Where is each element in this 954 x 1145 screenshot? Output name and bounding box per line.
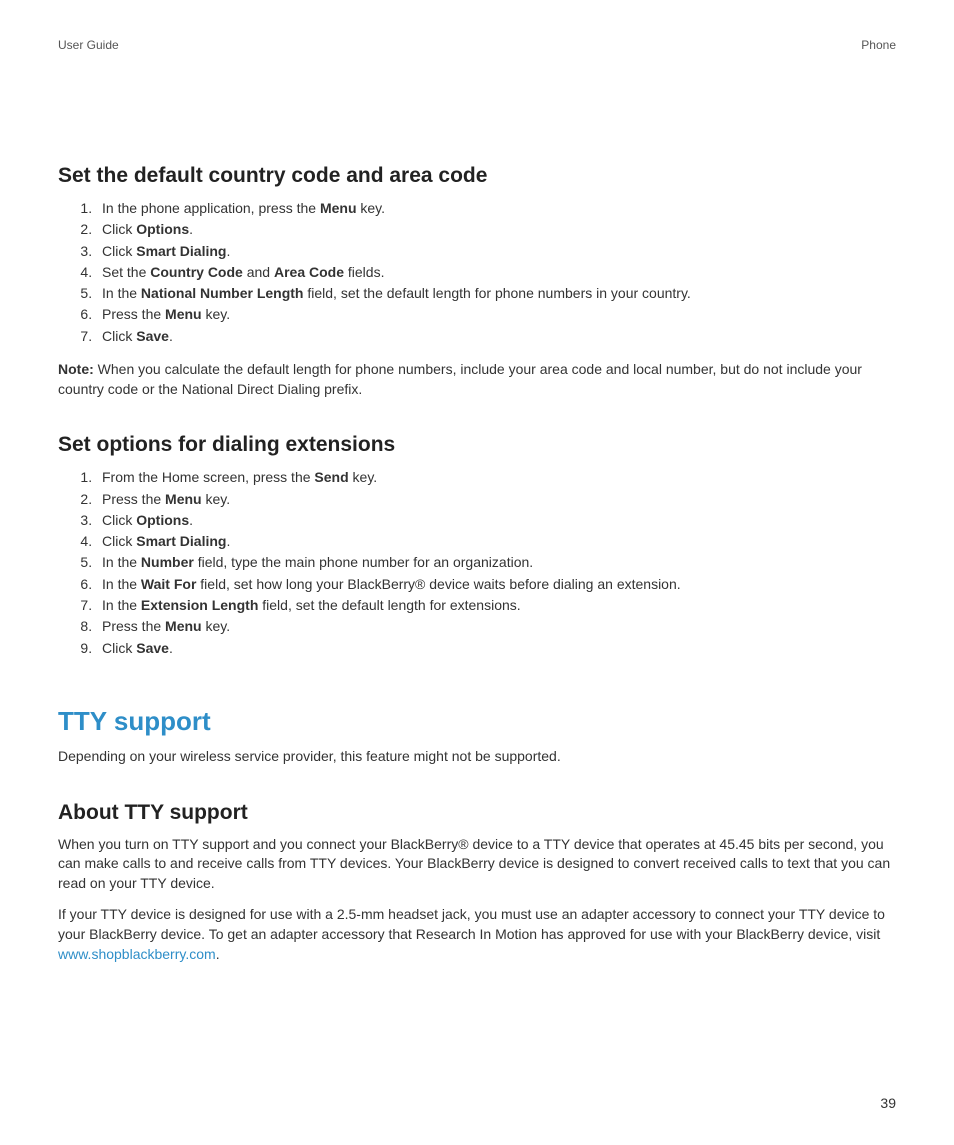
shopblackberry-link[interactable]: www.shopblackberry.com — [58, 946, 216, 962]
section-extensions: Set options for dialing extensions From … — [58, 433, 896, 658]
heading-extensions: Set options for dialing extensions — [58, 433, 896, 457]
heading-country-code: Set the default country code and area co… — [58, 164, 896, 188]
tty-intro: Depending on your wireless service provi… — [58, 747, 896, 767]
list-item: Click Save. — [96, 326, 896, 346]
list-item: Click Options. — [96, 510, 896, 530]
header-left: User Guide — [58, 38, 119, 52]
list-item: Set the Country Code and Area Code field… — [96, 262, 896, 282]
heading-about-tty: About TTY support — [58, 801, 896, 825]
section-about-tty: About TTY support When you turn on TTY s… — [58, 801, 896, 965]
steps-extensions: From the Home screen, press the Send key… — [58, 467, 896, 658]
steps-country-code: In the phone application, press the Menu… — [58, 198, 896, 346]
list-item: Press the Menu key. — [96, 304, 896, 324]
list-item: Press the Menu key. — [96, 489, 896, 509]
list-item: In the Extension Length field, set the d… — [96, 595, 896, 615]
header-right: Phone — [861, 38, 896, 52]
list-item: From the Home screen, press the Send key… — [96, 467, 896, 487]
list-item: Click Options. — [96, 219, 896, 239]
list-item: In the Wait For field, set how long your… — [96, 574, 896, 594]
list-item: In the National Number Length field, set… — [96, 283, 896, 303]
about-tty-p2: If your TTY device is designed for use w… — [58, 905, 896, 964]
page-header: User Guide Phone — [58, 38, 896, 52]
list-item: Click Save. — [96, 638, 896, 658]
list-item: In the Number field, type the main phone… — [96, 552, 896, 572]
list-item: Click Smart Dialing. — [96, 241, 896, 261]
note-text: Note: When you calculate the default len… — [58, 360, 896, 399]
list-item: Press the Menu key. — [96, 616, 896, 636]
list-item: Click Smart Dialing. — [96, 531, 896, 551]
about-tty-p1: When you turn on TTY support and you con… — [58, 835, 896, 894]
heading-tty-support: TTY support — [58, 706, 896, 737]
list-item: In the phone application, press the Menu… — [96, 198, 896, 218]
page-number: 39 — [880, 1095, 896, 1111]
section-country-code: Set the default country code and area co… — [58, 164, 896, 399]
